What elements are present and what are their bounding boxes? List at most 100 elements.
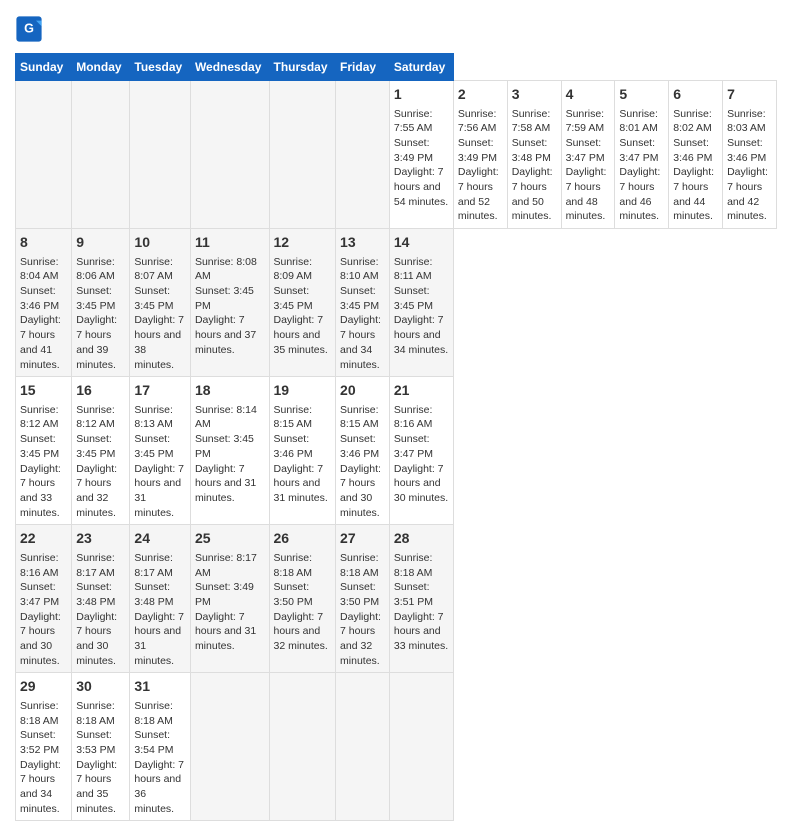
sunset: Sunset: 3:54 PM: [134, 729, 173, 756]
svg-text:G: G: [24, 22, 34, 36]
day-number: 16: [76, 381, 125, 401]
day-number: 21: [394, 381, 449, 401]
calendar-cell: 17Sunrise: 8:13 AMSunset: 3:45 PMDayligh…: [130, 377, 191, 525]
calendar-cell: 22Sunrise: 8:16 AMSunset: 3:47 PMDayligh…: [16, 525, 72, 673]
daylight: Daylight: 7 hours and 30 minutes.: [394, 463, 448, 504]
sunset: Sunset: 3:51 PM: [394, 581, 433, 608]
calendar-cell: 24Sunrise: 8:17 AMSunset: 3:48 PMDayligh…: [130, 525, 191, 673]
sunrise: Sunrise: 7:55 AM: [394, 108, 433, 135]
sunrise: Sunrise: 8:12 AM: [20, 404, 59, 431]
day-number: 2: [458, 85, 503, 105]
sunset: Sunset: 3:45 PM: [76, 285, 115, 312]
sunrise: Sunrise: 8:18 AM: [274, 552, 313, 579]
calendar-cell: 6Sunrise: 8:02 AMSunset: 3:46 PMDaylight…: [669, 81, 723, 229]
calendar-cell: [130, 81, 191, 229]
sunrise: Sunrise: 8:18 AM: [134, 700, 173, 727]
day-number: 28: [394, 529, 449, 549]
daylight: Daylight: 7 hours and 30 minutes.: [76, 611, 117, 667]
header-cell-monday: Monday: [72, 54, 130, 81]
sunset: Sunset: 3:49 PM: [195, 581, 254, 608]
daylight: Daylight: 7 hours and 30 minutes.: [20, 611, 61, 667]
calendar-cell: 7Sunrise: 8:03 AMSunset: 3:46 PMDaylight…: [723, 81, 777, 229]
day-number: 31: [134, 677, 186, 697]
calendar-cell: [269, 673, 336, 821]
day-number: 11: [195, 233, 265, 253]
daylight: Daylight: 7 hours and 37 minutes.: [195, 314, 256, 355]
calendar-cell: [72, 81, 130, 229]
day-number: 7: [727, 85, 772, 105]
day-number: 29: [20, 677, 67, 697]
header-cell-sunday: Sunday: [16, 54, 72, 81]
sunset: Sunset: 3:46 PM: [340, 433, 379, 460]
calendar-cell: 2Sunrise: 7:56 AMSunset: 3:49 PMDaylight…: [453, 81, 507, 229]
calendar-cell: [190, 673, 269, 821]
calendar-week-4: 22Sunrise: 8:16 AMSunset: 3:47 PMDayligh…: [16, 525, 777, 673]
calendar-cell: 29Sunrise: 8:18 AMSunset: 3:52 PMDayligh…: [16, 673, 72, 821]
day-number: 20: [340, 381, 385, 401]
sunrise: Sunrise: 7:56 AM: [458, 108, 497, 135]
daylight: Daylight: 7 hours and 41 minutes.: [20, 314, 61, 370]
sunset: Sunset: 3:45 PM: [134, 433, 173, 460]
daylight: Daylight: 7 hours and 48 minutes.: [566, 166, 607, 222]
sunset: Sunset: 3:45 PM: [76, 433, 115, 460]
sunrise: Sunrise: 8:16 AM: [20, 552, 59, 579]
calendar-cell: [190, 81, 269, 229]
sunset: Sunset: 3:46 PM: [274, 433, 313, 460]
day-number: 13: [340, 233, 385, 253]
sunset: Sunset: 3:48 PM: [76, 581, 115, 608]
sunset: Sunset: 3:49 PM: [394, 137, 433, 164]
calendar-cell: 18Sunrise: 8:14 AMSunset: 3:45 PMDayligh…: [190, 377, 269, 525]
calendar-week-1: 1Sunrise: 7:55 AMSunset: 3:49 PMDaylight…: [16, 81, 777, 229]
sunset: Sunset: 3:45 PM: [340, 285, 379, 312]
daylight: Daylight: 7 hours and 32 minutes.: [274, 611, 328, 652]
daylight: Daylight: 7 hours and 34 minutes.: [20, 759, 61, 815]
calendar-cell: 3Sunrise: 7:58 AMSunset: 3:48 PMDaylight…: [507, 81, 561, 229]
sunset: Sunset: 3:50 PM: [340, 581, 379, 608]
calendar-cell: 9Sunrise: 8:06 AMSunset: 3:45 PMDaylight…: [72, 229, 130, 377]
sunrise: Sunrise: 8:07 AM: [134, 256, 173, 283]
daylight: Daylight: 7 hours and 38 minutes.: [134, 314, 184, 370]
calendar-week-5: 29 Sunrise: 8:18 AM Sunset: 3:52 PM Dayligh…: [16, 673, 777, 821]
sunset: Sunset: 3:45 PM: [195, 433, 254, 460]
sunrise: Sunrise: 8:04 AM: [20, 256, 59, 283]
calendar-cell: 19Sunrise: 8:15 AMSunset: 3:46 PMDayligh…: [269, 377, 336, 525]
sunrise: Sunrise: 8:03 AM: [727, 108, 766, 135]
day-number: 18: [195, 381, 265, 401]
calendar-cell: 5Sunrise: 8:01 AMSunset: 3:47 PMDaylight…: [615, 81, 669, 229]
sunrise: Sunrise: 8:14 AM: [195, 404, 257, 431]
header-cell-saturday: Saturday: [389, 54, 453, 81]
sunrise: Sunrise: 8:01 AM: [619, 108, 658, 135]
calendar-cell: 13Sunrise: 8:10 AMSunset: 3:45 PMDayligh…: [336, 229, 390, 377]
sunset: Sunset: 3:47 PM: [394, 433, 433, 460]
calendar-cell: 14Sunrise: 8:11 AMSunset: 3:45 PMDayligh…: [389, 229, 453, 377]
day-number: 15: [20, 381, 67, 401]
calendar-cell: 26Sunrise: 8:18 AMSunset: 3:50 PMDayligh…: [269, 525, 336, 673]
calendar-cell: 4Sunrise: 7:59 AMSunset: 3:47 PMDaylight…: [561, 81, 615, 229]
day-number: 25: [195, 529, 265, 549]
sunrise: Sunrise: 8:09 AM: [274, 256, 313, 283]
day-number: 22: [20, 529, 67, 549]
calendar-cell: 20Sunrise: 8:15 AMSunset: 3:46 PMDayligh…: [336, 377, 390, 525]
sunset: Sunset: 3:52 PM: [20, 729, 59, 756]
sunset: Sunset: 3:50 PM: [274, 581, 313, 608]
sunset: Sunset: 3:45 PM: [394, 285, 433, 312]
logo: G: [15, 15, 47, 43]
calendar-cell: 28Sunrise: 8:18 AMSunset: 3:51 PMDayligh…: [389, 525, 453, 673]
calendar-cell: [269, 81, 336, 229]
daylight: Daylight: 7 hours and 33 minutes.: [20, 463, 61, 519]
header-cell-tuesday: Tuesday: [130, 54, 191, 81]
daylight: Daylight: 7 hours and 52 minutes.: [458, 166, 499, 222]
sunrise: Sunrise: 8:06 AM: [76, 256, 115, 283]
sunset: Sunset: 3:47 PM: [619, 137, 658, 164]
calendar-cell: [389, 673, 453, 821]
day-number: 23: [76, 529, 125, 549]
sunrise: Sunrise: 8:10 AM: [340, 256, 379, 283]
sunset: Sunset: 3:45 PM: [134, 285, 173, 312]
daylight: Daylight: 7 hours and 32 minutes.: [76, 463, 117, 519]
sunrise: Sunrise: 8:02 AM: [673, 108, 712, 135]
day-number: 17: [134, 381, 186, 401]
sunset: Sunset: 3:45 PM: [20, 433, 59, 460]
header-row: SundayMondayTuesdayWednesdayThursdayFrid…: [16, 54, 777, 81]
calendar-cell: 10Sunrise: 8:07 AMSunset: 3:45 PMDayligh…: [130, 229, 191, 377]
calendar-cell: 1Sunrise: 7:55 AMSunset: 3:49 PMDaylight…: [389, 81, 453, 229]
